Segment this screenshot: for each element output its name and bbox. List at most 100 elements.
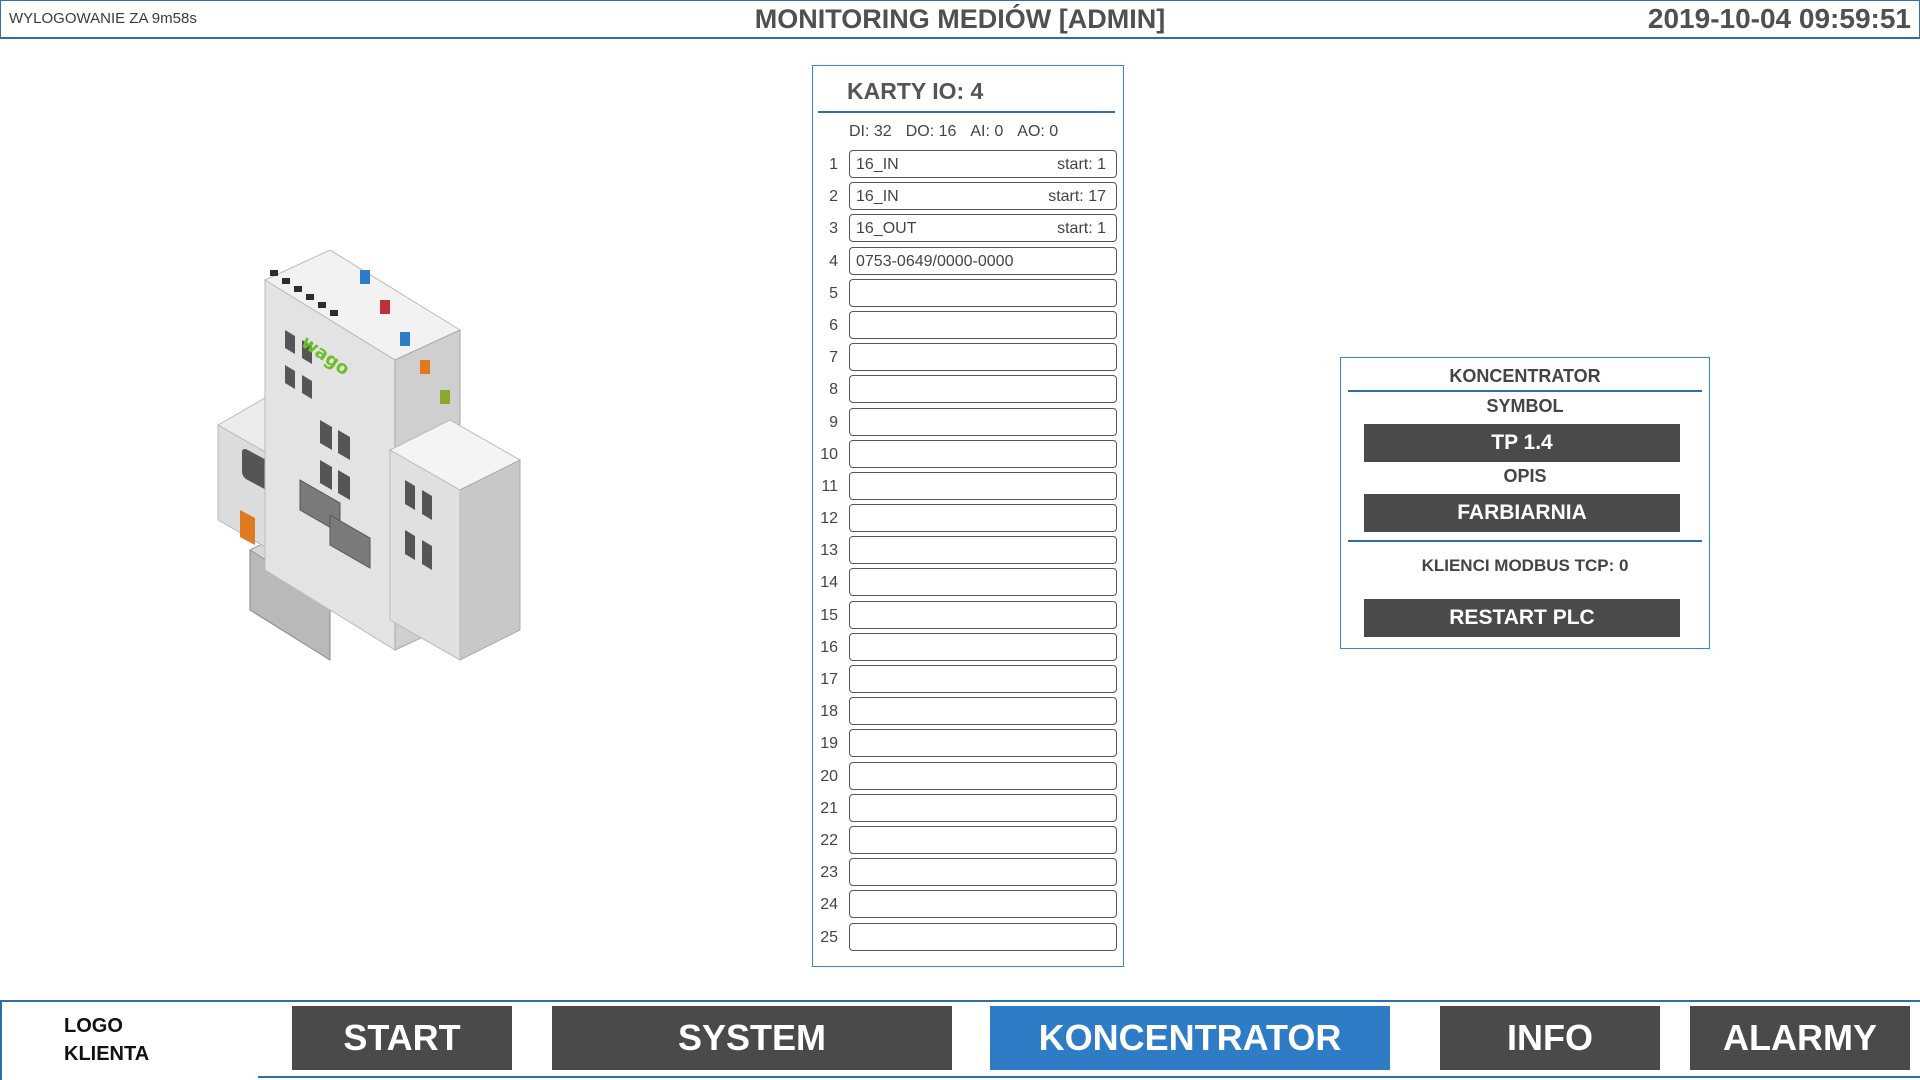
io-card-slot[interactable]	[849, 761, 1117, 790]
io-card-slot[interactable]	[849, 343, 1117, 372]
io-card-row: 11	[813, 471, 1123, 504]
io-card-slot[interactable]	[849, 375, 1117, 404]
io-card-row: 8	[813, 375, 1123, 407]
ao-count: AO: 0	[1017, 123, 1059, 140]
io-card-number: 4	[829, 252, 838, 270]
io-card-slot[interactable]	[849, 504, 1117, 533]
io-card-slot[interactable]: 0753-0649/0000-0000	[849, 246, 1117, 275]
io-title-divider	[818, 111, 1115, 113]
io-cards-title: KARTY IO: 4	[847, 78, 984, 104]
io-card-number: 24	[820, 896, 838, 914]
io-card-number: 6	[829, 316, 838, 334]
io-card-row: 6	[813, 310, 1123, 343]
io-card-slot[interactable]	[849, 600, 1117, 629]
io-card-row: 2 16_IN start: 17	[813, 182, 1123, 214]
io-card-row: 13	[813, 536, 1123, 568]
io-card-list: 1 16_IN start: 1 2 16_IN start: 17 3 16_OUT star…	[813, 150, 1123, 955]
io-card-row: 25	[813, 922, 1123, 955]
top-header: WYLOGOWANIE ZA 9m58s MONITORING MEDIÓW […	[0, 0, 1920, 39]
io-card-number: 8	[829, 381, 838, 399]
io-card-number: 12	[820, 510, 838, 528]
nav-alarmy-button[interactable]: ALARMY	[1690, 1006, 1910, 1070]
io-card-number: 22	[820, 831, 838, 849]
symbol-value: TP 1.4	[1364, 424, 1680, 462]
footer-divider-bottom	[258, 1076, 1920, 1078]
io-card-row: 15	[813, 600, 1123, 633]
koncentrator-divider	[1348, 540, 1702, 542]
io-card-start: start: 1	[1057, 156, 1106, 173]
plc-controller-image: wago	[210, 249, 580, 670]
io-card-name: 16_IN	[856, 156, 899, 173]
io-card-number: 13	[820, 542, 838, 560]
io-cards-panel: KARTY IO: 4 DI: 32 DO: 16 AI: 0 AO: 0 1 16_I…	[812, 65, 1124, 967]
io-card-number: 2	[829, 188, 838, 206]
io-card-slot[interactable]	[849, 439, 1117, 468]
io-card-slot[interactable]	[849, 793, 1117, 822]
restart-plc-button[interactable]: RESTART PLC	[1364, 599, 1680, 637]
io-card-row: 10	[813, 439, 1123, 472]
io-card-row: 3 16_OUT start: 1	[813, 214, 1123, 246]
io-card-slot[interactable]	[849, 536, 1117, 565]
koncentrator-title: KONCENTRATOR	[1449, 366, 1601, 386]
nav-info-button[interactable]: INFO	[1440, 1006, 1660, 1070]
io-card-row: 9	[813, 407, 1123, 440]
io-card-number: 10	[820, 445, 838, 463]
io-card-slot[interactable]	[849, 890, 1117, 919]
io-card-slot[interactable]	[849, 665, 1117, 693]
io-card-row: 24	[813, 890, 1123, 922]
io-card-row: 14	[813, 568, 1123, 600]
io-card-row: 19	[813, 729, 1123, 761]
io-card-number: 16	[820, 638, 838, 656]
io-card-slot[interactable]	[849, 858, 1117, 887]
io-card-number: 21	[820, 799, 838, 817]
io-card-number: 14	[820, 574, 838, 592]
io-card-name: 16_OUT	[856, 220, 917, 238]
io-card-slot[interactable]: 16_OUT start: 1	[849, 214, 1117, 243]
io-card-row: 18	[813, 697, 1123, 729]
io-card-slot[interactable]	[849, 407, 1117, 436]
io-card-row: 17	[813, 665, 1123, 697]
symbol-label: SYMBOL	[1486, 396, 1564, 416]
nav-system-button[interactable]: SYSTEM	[552, 1006, 952, 1070]
io-card-slot[interactable]: 16_IN start: 17	[849, 182, 1117, 211]
footer-divider-top	[0, 1000, 1920, 1002]
io-card-number: 23	[820, 864, 838, 882]
io-card-number: 20	[820, 767, 838, 785]
io-card-number: 17	[820, 671, 838, 688]
io-card-slot[interactable]	[849, 471, 1117, 500]
do-count: DO: 16	[905, 123, 957, 140]
ai-count: AI: 0	[970, 123, 1004, 140]
io-card-row: 21	[813, 793, 1123, 826]
io-card-slot[interactable]: 16_IN start: 1	[849, 150, 1117, 178]
io-card-row: 5	[813, 278, 1123, 311]
io-card-name: 16_IN	[856, 188, 899, 206]
di-count: DI: 32	[849, 123, 892, 140]
nav-koncentrator-button[interactable]: KONCENTRATOR	[990, 1006, 1390, 1070]
io-card-row: 1 16_IN start: 1	[813, 150, 1123, 182]
client-logo-line1: LOGO	[64, 1015, 123, 1037]
io-card-slot[interactable]	[849, 632, 1117, 661]
opis-label: OPIS	[1503, 466, 1547, 486]
page-title: MONITORING MEDIÓW [ADMIN]	[754, 4, 1166, 34]
io-stats: DI: 32 DO: 16 AI: 0 AO: 0	[849, 123, 1072, 141]
opis-value: FARBIARNIA	[1364, 494, 1680, 532]
io-card-row: 23	[813, 858, 1123, 890]
io-card-row: 22	[813, 825, 1123, 858]
io-card-number: 25	[820, 928, 838, 946]
io-card-slot[interactable]	[849, 825, 1117, 854]
client-logo: LOGO KLIENTA	[64, 1012, 149, 1068]
io-card-row: 7	[813, 343, 1123, 375]
io-card-row: 4 0753-0649/0000-0000	[813, 246, 1123, 279]
io-card-number: 9	[829, 413, 838, 431]
io-card-slot[interactable]	[849, 729, 1117, 758]
io-card-slot[interactable]	[849, 922, 1117, 951]
io-card-slot[interactable]	[849, 310, 1117, 339]
io-card-slot[interactable]	[849, 278, 1117, 307]
io-card-number: 7	[829, 349, 838, 367]
io-card-slot[interactable]	[849, 697, 1117, 726]
modbus-clients-count: KLIENCI MODBUS TCP: 0	[1421, 556, 1629, 575]
io-card-row: 12	[813, 504, 1123, 536]
io-card-number: 15	[820, 606, 838, 624]
nav-start-button[interactable]: START	[292, 1006, 512, 1070]
io-card-slot[interactable]	[849, 568, 1117, 597]
